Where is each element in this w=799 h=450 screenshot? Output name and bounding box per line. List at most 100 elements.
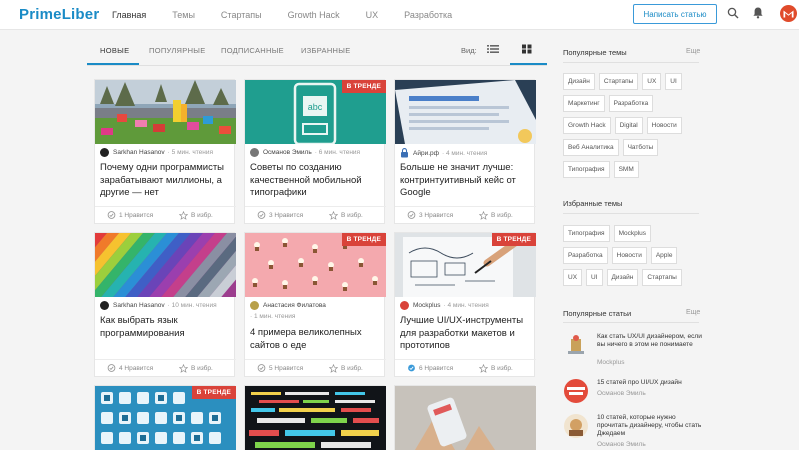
author-name[interactable]: Османов Эмиль (263, 149, 312, 156)
user-avatar[interactable] (780, 5, 797, 22)
like-button[interactable]: 3 Нравится (257, 211, 303, 219)
tab-new[interactable]: НОВЫЕ (100, 46, 129, 55)
tab-popular[interactable]: ПОПУЛЯРНЫЕ (149, 46, 206, 55)
card-image-phone-hands[interactable] (395, 386, 536, 450)
article-title[interactable]: Как стать UX/UI дизайнером, если вы ниче… (597, 333, 702, 349)
card-title[interactable]: Лучшие UI/UX-инструменты для разработки … (400, 315, 532, 353)
topic-tag[interactable]: Дизайн (563, 73, 595, 90)
topic-tag[interactable]: UI (586, 269, 603, 286)
popular-article-item[interactable]: Как стать UX/UI дизайнером, если вы ниче… (564, 333, 702, 373)
card-title[interactable]: Советы по созданию качественной мобильно… (250, 162, 382, 200)
topic-tag[interactable]: UI (665, 73, 682, 90)
article-thumbnail[interactable] (564, 379, 588, 403)
author-avatar[interactable] (100, 301, 109, 310)
topic-tag[interactable]: Разработка (608, 95, 654, 112)
article-thumbnail[interactable] (564, 414, 588, 438)
article-card[interactable]: abc В ТРЕНДЕ Османов Эмиль · 6 мин. чтен… (244, 79, 386, 224)
write-article-button[interactable]: Написать статью (633, 4, 717, 24)
article-card[interactable] (244, 385, 386, 450)
nav-growth-hack[interactable]: Growth Hack (288, 10, 340, 20)
topic-tag[interactable]: Mockplus (613, 225, 652, 242)
topic-tag[interactable]: UX (563, 269, 583, 286)
favorite-button[interactable]: В избр. (179, 364, 213, 373)
like-button[interactable]: 1 Нравится (107, 211, 153, 219)
topic-tag[interactable]: Growth Hack (563, 117, 611, 134)
grid-view-icon[interactable] (521, 44, 533, 54)
article-author[interactable]: Османов Эмиль (597, 441, 646, 448)
nav-home[interactable]: Главная (112, 10, 146, 20)
card-title[interactable]: 4 примера великолепных сайтов о еде (250, 327, 382, 352)
nav-startups[interactable]: Стартапы (221, 10, 262, 20)
article-author[interactable]: Mockplus (597, 359, 624, 366)
article-card[interactable]: В ТРЕНДЕ Mockplus · 4 мин. чтения Лучшие… (394, 232, 536, 377)
favorite-button[interactable]: В избр. (179, 211, 213, 220)
like-button[interactable]: 3 Нравится (407, 211, 453, 219)
card-image-google-screen[interactable] (395, 80, 536, 144)
author-name[interactable]: Анастасия Филатова (263, 302, 326, 309)
topic-tag[interactable]: Веб Аналитика (563, 139, 619, 156)
article-author[interactable]: Османов Эмиль (597, 390, 646, 397)
card-title[interactable]: Как выбрать язык программирования (100, 315, 232, 340)
topic-tag[interactable]: SMM (613, 161, 639, 178)
like-button[interactable]: 5 Нравится (257, 364, 303, 372)
topic-tag[interactable]: Чатботы (622, 139, 659, 156)
topic-tag[interactable]: Маркетинг (563, 95, 605, 112)
author-name[interactable]: Sarkhan Hasanov (113, 302, 165, 309)
like-button[interactable]: 4 Нравится (107, 364, 153, 372)
bell-icon[interactable] (752, 6, 764, 19)
topic-tag[interactable]: Разработка (563, 247, 608, 264)
card-image-code[interactable] (245, 386, 386, 450)
card-image-cupcakes[interactable]: В ТРЕНДЕ (245, 233, 386, 297)
topic-tag[interactable]: Стартапы (642, 269, 682, 286)
author-name[interactable]: Sarkhan Hasanov (113, 149, 165, 156)
article-card[interactable]: В ТРЕНДЕ (94, 385, 236, 450)
card-image-color-pencils[interactable] (95, 233, 236, 297)
topic-tag[interactable]: Дизайн (606, 269, 639, 286)
topic-tag[interactable]: Стартапы (598, 73, 639, 90)
topic-tag[interactable]: Типография (563, 161, 610, 178)
author-avatar[interactable] (250, 148, 259, 157)
nav-topics[interactable]: Темы (172, 10, 195, 20)
author-name[interactable]: Mockplus (413, 302, 440, 309)
tab-favorites[interactable]: ИЗБРАННЫЕ (301, 46, 351, 55)
article-title[interactable]: 15 статей про UI/UX дизайн (597, 379, 702, 387)
article-card[interactable] (394, 385, 536, 450)
topic-tag[interactable]: UX (642, 73, 662, 90)
popular-article-item[interactable]: 10 статей, которые нужно прочитать дизай… (564, 414, 702, 450)
card-image-lawn-chairs[interactable] (95, 80, 236, 144)
author-avatar[interactable] (400, 148, 409, 158)
topic-tag[interactable]: Digital (614, 117, 643, 134)
article-card[interactable]: Sarkhan Hasanov · 5 мин. чтения Почему о… (94, 79, 236, 224)
author-avatar[interactable] (250, 301, 259, 310)
topic-tag[interactable]: Типография (563, 225, 610, 242)
article-card[interactable]: Sarkhan Hasanov · 10 мин. чтения Как выб… (94, 232, 236, 377)
author-avatar[interactable] (100, 148, 109, 157)
logo[interactable]: PrimeLiber (19, 6, 99, 23)
popular-articles-more-link[interactable]: Еще (686, 309, 700, 316)
favorite-button[interactable]: В избр. (479, 211, 513, 220)
popular-article-item[interactable]: 15 статей про UI/UX дизайн Османов Эмиль (564, 379, 700, 403)
author-name[interactable]: Айри.рф (413, 150, 439, 157)
nav-ux[interactable]: UX (366, 10, 379, 20)
card-image-app-icons[interactable]: В ТРЕНДЕ (95, 386, 236, 450)
card-title[interactable]: Больше не значит лучше: контринтуитивный… (400, 162, 532, 200)
topic-tag[interactable]: Новости (611, 247, 647, 264)
topic-tag[interactable]: Apple (650, 247, 678, 264)
topic-tag[interactable]: Новости (646, 117, 682, 134)
search-icon[interactable] (727, 7, 739, 19)
card-image-sketching[interactable]: В ТРЕНДЕ (395, 233, 536, 297)
favorite-button[interactable]: В избр. (329, 211, 363, 220)
nav-development[interactable]: Разработка (404, 10, 452, 20)
article-thumbnail[interactable] (564, 333, 588, 357)
favorite-button[interactable]: В избр. (479, 364, 513, 373)
like-button[interactable]: 6 Нравится (407, 364, 453, 372)
article-title[interactable]: 10 статей, которые нужно прочитать дизай… (597, 414, 702, 439)
card-title[interactable]: Почему одни программисты зарабатывают ми… (100, 162, 232, 200)
author-avatar[interactable] (400, 301, 409, 310)
popular-topics-more-link[interactable]: Еще (686, 48, 700, 55)
article-card[interactable]: Айри.рф · 4 мин. чтения Больше не значит… (394, 79, 536, 224)
tab-subscribed[interactable]: ПОДПИСАННЫЕ (221, 46, 284, 55)
favorite-button[interactable]: В избр. (329, 364, 363, 373)
card-image-phone-abc[interactable]: abc В ТРЕНДЕ (245, 80, 386, 144)
article-card[interactable]: В ТРЕНДЕ Анастасия Филатова · 1 мин. чте… (244, 232, 386, 377)
